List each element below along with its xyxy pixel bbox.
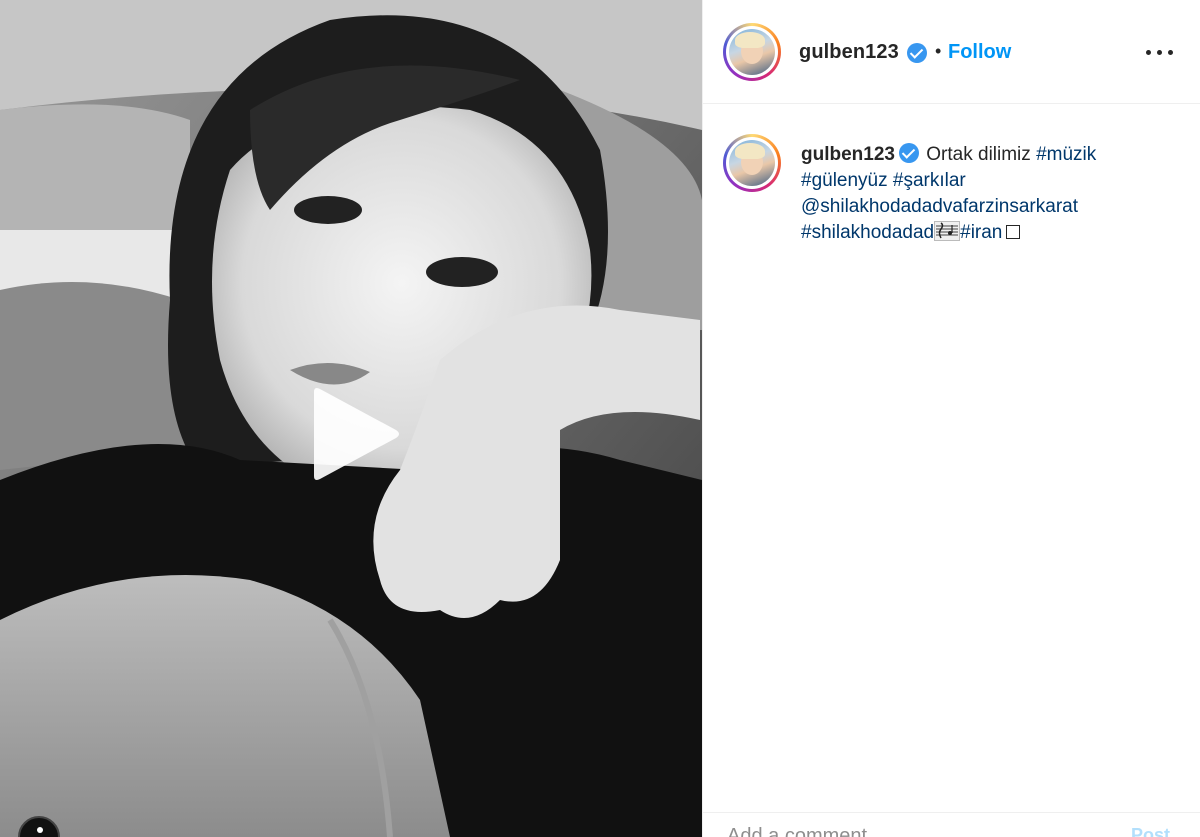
caption-text: gulben123 Ortak dilimiz #müzik #gülenyüz… (801, 142, 1181, 246)
comment-bar: Post (703, 812, 1200, 837)
hashtag-muzik[interactable]: #müzik (1036, 144, 1096, 165)
caption-username[interactable]: gulben123 (801, 144, 895, 165)
play-icon[interactable] (310, 386, 402, 482)
hashtag-shilakhodadad[interactable]: #shilakhodadad (801, 222, 934, 243)
profile-picture (729, 140, 775, 186)
profile-picture (729, 29, 775, 75)
musical-score-icon (934, 221, 961, 241)
unknown-glyph-icon (1006, 225, 1021, 239)
post-side-panel: gulben123 • Follow gulben123 Ortak dilim… (702, 0, 1200, 837)
follow-button[interactable]: Follow (948, 41, 1011, 64)
comment-input[interactable] (727, 825, 1107, 837)
verified-badge-icon (898, 143, 919, 163)
hashtag-gulenyuz[interactable]: #gülenyüz (801, 170, 888, 191)
separator-dot: • (935, 41, 942, 61)
post-comment-button[interactable]: Post (1131, 825, 1170, 837)
header-username[interactable]: gulben123 (799, 41, 899, 64)
hashtag-iran[interactable]: #iran (960, 222, 1002, 243)
caption-lead-text: Ortak dilimiz (926, 144, 1031, 165)
hashtag-sarkilar[interactable]: #şarkılar (893, 170, 966, 191)
post-media[interactable] (0, 0, 702, 837)
avatar[interactable] (723, 23, 781, 81)
verified-badge-icon (907, 43, 927, 63)
caption-avatar[interactable] (723, 134, 781, 192)
mention-link[interactable]: @shilakhodadadvafarzinsarkarat (801, 196, 1078, 217)
post-header: gulben123 • Follow (703, 0, 1200, 104)
more-options-icon[interactable] (1143, 38, 1177, 66)
